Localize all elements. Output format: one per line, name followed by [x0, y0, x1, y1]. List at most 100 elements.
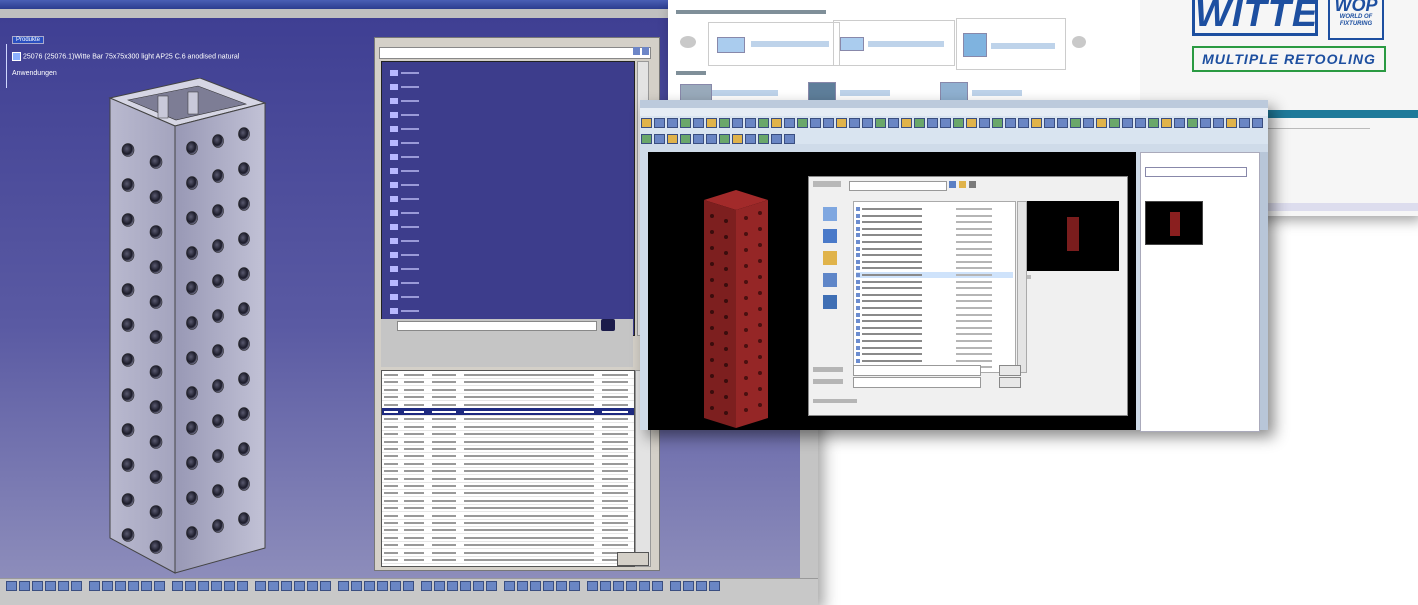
toolbar-button[interactable]	[914, 118, 925, 128]
toolbar-button[interactable]	[1057, 118, 1068, 128]
toolbar-button[interactable]	[771, 134, 782, 144]
back-arrow-icon[interactable]	[642, 47, 649, 55]
toolbar-button[interactable]	[1070, 118, 1081, 128]
toolbar-button[interactable]	[403, 581, 414, 591]
toolbar-button[interactable]	[626, 581, 637, 591]
places-bar[interactable]	[813, 203, 849, 313]
toolbar-button[interactable]	[719, 134, 730, 144]
table-row[interactable]	[382, 556, 634, 564]
toolbar-button[interactable]	[19, 581, 30, 591]
file-row[interactable]	[856, 252, 1013, 258]
toolbar-button[interactable]	[1109, 118, 1120, 128]
toolbar-button[interactable]	[849, 118, 860, 128]
catalog-folder-item[interactable]	[390, 70, 430, 78]
toolbar-button[interactable]	[810, 118, 821, 128]
toolbar-button[interactable]	[709, 581, 720, 591]
toolbar-button[interactable]	[569, 581, 580, 591]
toolbar-button[interactable]	[6, 581, 17, 591]
up-arrow-icon[interactable]	[633, 47, 640, 55]
toolbar-button[interactable]	[504, 581, 515, 591]
toolbar-button[interactable]	[732, 134, 743, 144]
file-row[interactable]	[856, 338, 1013, 344]
tree-node-product[interactable]: 25076 (25076.1)Witte Bar 75x75x300 light…	[12, 52, 239, 61]
file-row[interactable]	[856, 213, 1013, 219]
tree-root-products[interactable]: Produkte	[12, 36, 45, 44]
file-row[interactable]	[856, 318, 1013, 324]
toolbar-button[interactable]	[351, 581, 362, 591]
file-row[interactable]	[856, 358, 1013, 364]
toolbar-button[interactable]	[966, 118, 977, 128]
file-row[interactable]	[856, 305, 1013, 311]
toolbar-button[interactable]	[211, 581, 222, 591]
toolbar-button[interactable]	[1083, 118, 1094, 128]
catalog-folder-item[interactable]	[390, 98, 430, 106]
toolbar-button[interactable]	[307, 581, 318, 591]
toolbar-button[interactable]	[1187, 118, 1198, 128]
file-row[interactable]	[856, 298, 1013, 304]
toolbar-button[interactable]	[1174, 118, 1185, 128]
catalog-folder-item[interactable]	[390, 182, 430, 190]
catalog-folder-item[interactable]	[390, 280, 430, 288]
toolbar-button[interactable]	[888, 118, 899, 128]
cad-right-scrollbar[interactable]	[1260, 152, 1268, 430]
toolbar-button[interactable]	[268, 581, 279, 591]
toolbar-button[interactable]	[696, 581, 707, 591]
toolbar-button[interactable]	[255, 581, 266, 591]
toolbar-button[interactable]	[927, 118, 938, 128]
toolbar-button[interactable]	[683, 581, 694, 591]
file-row[interactable]	[856, 232, 1013, 238]
toolbar-button[interactable]	[641, 134, 652, 144]
file-list[interactable]	[853, 201, 1016, 373]
network-icon[interactable]	[823, 295, 837, 309]
file-row[interactable]	[856, 292, 1013, 298]
witte-bar-model[interactable]	[80, 78, 310, 578]
file-row[interactable]	[856, 285, 1013, 291]
open-button[interactable]	[999, 365, 1021, 376]
catalog-folder-item[interactable]	[390, 252, 430, 260]
new-folder-icon[interactable]	[959, 181, 966, 188]
toolbar-button[interactable]	[517, 581, 528, 591]
toolbar-button[interactable]	[1044, 118, 1055, 128]
toolbar-button[interactable]	[654, 134, 665, 144]
toolbar-button[interactable]	[745, 134, 756, 144]
toolbar-button[interactable]	[172, 581, 183, 591]
toolbar-button[interactable]	[556, 581, 567, 591]
toolbar-button[interactable]	[434, 581, 445, 591]
file-row[interactable]	[856, 279, 1013, 285]
catalog-folder-item[interactable]	[390, 84, 430, 92]
toolbar-button[interactable]	[693, 134, 704, 144]
toolbar-button[interactable]	[732, 118, 743, 128]
cancel-button[interactable]	[999, 377, 1021, 388]
catalog-folder-item[interactable]	[390, 112, 430, 120]
web-card-1[interactable]	[708, 22, 840, 66]
toolbar-button[interactable]	[224, 581, 235, 591]
toolbar-button[interactable]	[71, 581, 82, 591]
look-in-dropdown[interactable]	[849, 181, 947, 191]
file-row[interactable]	[856, 259, 1013, 265]
toolbar-button[interactable]	[587, 581, 598, 591]
toolbar-button[interactable]	[1018, 118, 1029, 128]
toolbar-button[interactable]	[680, 118, 691, 128]
toolbar-button[interactable]	[667, 134, 678, 144]
catalog-folder-item[interactable]	[390, 308, 430, 316]
view-menu-icon[interactable]	[969, 181, 976, 188]
toolbar-button[interactable]	[154, 581, 165, 591]
toolbar-button[interactable]	[639, 581, 650, 591]
toolbar-button[interactable]	[979, 118, 990, 128]
toolbar-button[interactable]	[680, 134, 691, 144]
toolbar-button[interactable]	[198, 581, 209, 591]
file-row[interactable]	[856, 312, 1013, 318]
file-row[interactable]	[856, 325, 1013, 331]
part-table[interactable]	[381, 370, 635, 567]
dialog-option-text[interactable]	[813, 399, 857, 403]
toolbar-button[interactable]	[797, 118, 808, 128]
file-row[interactable]	[856, 246, 1013, 252]
toolbar-button[interactable]	[719, 118, 730, 128]
toolbar-button[interactable]	[667, 118, 678, 128]
toolbar-button[interactable]	[652, 581, 663, 591]
toolbar-button[interactable]	[1005, 118, 1016, 128]
toolbar-button[interactable]	[706, 134, 717, 144]
file-row[interactable]	[856, 206, 1013, 212]
toolbar-button[interactable]	[600, 581, 611, 591]
web-thumb-c-label[interactable]	[972, 90, 1022, 96]
